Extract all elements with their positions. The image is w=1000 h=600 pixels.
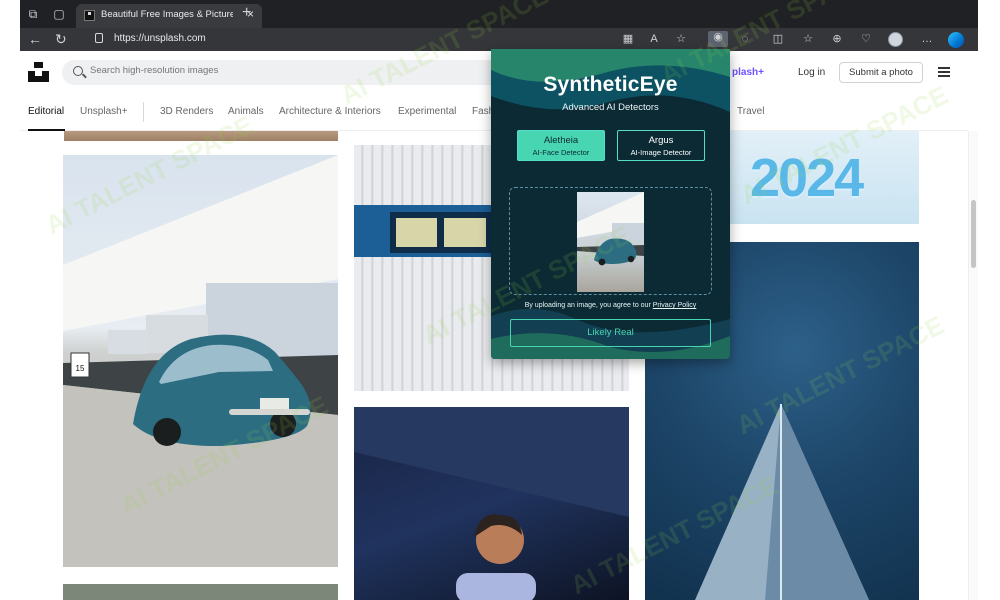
image-upload-dropzone[interactable] (509, 187, 712, 295)
consent-prefix: By uploading an image, you agree to our (524, 302, 651, 309)
unsplash-logo[interactable] (28, 62, 49, 82)
url-text: https://unsplash.com (114, 33, 206, 44)
submit-photo-button[interactable]: Submit a photo (839, 62, 923, 83)
more-options-icon[interactable]: … (921, 33, 933, 45)
photo-vintage-car[interactable]: 15 (63, 155, 338, 567)
address-field[interactable]: https://unsplash.com (80, 29, 640, 50)
address-toolbar: ← ↻ https://unsplash.com ▦ A ☆ ◉ ◌ ◫ ☆ ⊕… (20, 28, 978, 51)
read-aloud-icon[interactable]: A (648, 33, 660, 45)
category-architecture[interactable]: Architecture & Interiors (279, 106, 381, 117)
tab-title: Beautiful Free Images & Pictures (101, 9, 233, 20)
unsplash-plus-link[interactable]: plash+ (732, 67, 764, 78)
category-travel[interactable]: Travel (737, 106, 764, 117)
night-portrait-illustration (354, 407, 629, 600)
detection-result: Likely Real (510, 319, 711, 347)
photo-top-strip[interactable] (64, 131, 338, 141)
speed-sign-text: 15 (76, 364, 85, 373)
profile-menu-icon[interactable]: ⧉ (26, 7, 40, 21)
category-divider (143, 102, 144, 122)
syntheticeye-popup: SyntheticEye Advanced AI Detectors Aleth… (491, 49, 730, 359)
preview-car-illustration (577, 192, 644, 266)
refresh-icon[interactable]: ↻ (55, 32, 67, 46)
hamburger-menu-icon[interactable] (938, 67, 950, 77)
mode-description: AI-Image Detector (630, 148, 692, 157)
profile-avatar[interactable] (888, 32, 903, 47)
page-scrollbar[interactable] (968, 131, 978, 600)
photo-bottom-left[interactable] (63, 584, 338, 600)
logo-mark-cut (35, 71, 42, 76)
copilot-icon[interactable] (948, 32, 964, 48)
favorites-list-icon[interactable]: ☆ (802, 33, 814, 45)
logo-mark-top (34, 62, 43, 68)
search-input[interactable] (90, 65, 490, 76)
category-editorial[interactable]: Editorial (28, 106, 64, 117)
photo-night-portrait[interactable] (354, 407, 629, 600)
category-animals[interactable]: Animals (228, 106, 264, 117)
mode-aletheia-button[interactable]: Aletheia AI-Face Detector (517, 130, 605, 161)
browser-window: ⧉ ▢ Beautiful Free Images & Pictures × +… (20, 0, 978, 600)
active-tab[interactable]: Beautiful Free Images & Pictures × (76, 4, 262, 28)
mode-name: Aletheia (543, 135, 579, 146)
syntheticeye-extension-icon[interactable]: ◉ (708, 31, 728, 47)
photo-2024-ice[interactable]: 2024 (720, 131, 919, 224)
category-3d-renders[interactable]: 3D Renders (160, 106, 213, 117)
new-tab-button[interactable]: + (242, 4, 251, 22)
left-margin (0, 0, 20, 600)
lock-icon (95, 33, 103, 43)
apps-icon[interactable]: ▦ (622, 33, 634, 45)
extension-title: SyntheticEye (543, 73, 678, 96)
year-text: 2024 (750, 148, 864, 208)
category-unsplash-plus[interactable]: Unsplash+ (80, 106, 128, 117)
active-category-underline (28, 129, 65, 131)
extension-subtitle: Advanced AI Detectors (562, 102, 659, 113)
mode-name: Argus (648, 135, 674, 146)
upload-consent-text: By uploading an image, you agree to our … (491, 302, 730, 309)
back-arrow-icon[interactable]: ← (28, 32, 42, 46)
uploaded-image-preview (577, 192, 644, 292)
scrollbar-thumb[interactable] (971, 200, 976, 268)
search-bar[interactable] (62, 60, 502, 85)
category-experimental[interactable]: Experimental (398, 106, 456, 117)
mode-argus-button[interactable]: Argus AI-Image Detector (617, 130, 705, 161)
collections-icon[interactable]: ⊕ (831, 33, 843, 45)
vintage-car-illustration: 15 (63, 155, 338, 567)
unsplash-favicon-icon (84, 10, 95, 21)
privacy-policy-link[interactable]: Privacy Policy (653, 302, 697, 309)
login-link[interactable]: Log in (798, 67, 825, 78)
tab-bar: ⧉ ▢ Beautiful Free Images & Pictures × + (20, 0, 978, 28)
split-screen-icon[interactable]: ◫ (772, 33, 784, 45)
favorite-star-icon[interactable]: ☆ (675, 33, 687, 45)
extension-icon[interactable]: ◌ (739, 33, 751, 45)
browser-essentials-icon[interactable]: ♡ (860, 33, 872, 45)
search-icon[interactable] (73, 66, 83, 76)
tab-actions-icon[interactable]: ▢ (52, 7, 66, 21)
mode-description: AI-Face Detector (532, 148, 590, 157)
